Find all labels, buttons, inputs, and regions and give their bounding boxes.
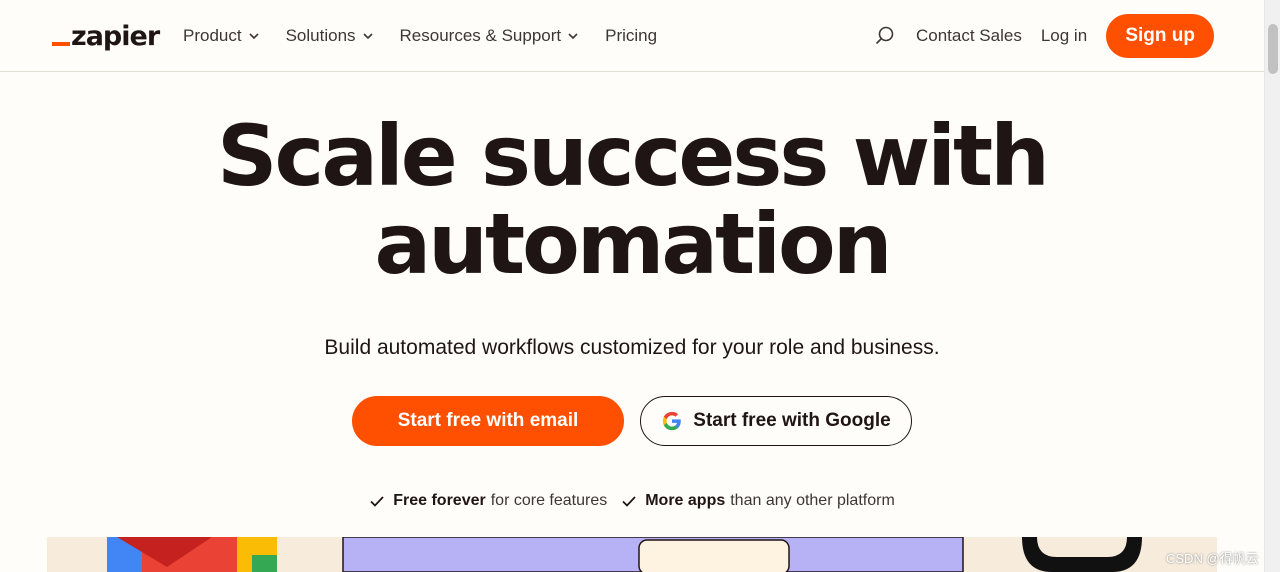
main-nav: Product Solutions Resources & Support Pr…	[183, 24, 683, 48]
search-icon[interactable]	[874, 25, 896, 47]
nav-item-resources-support[interactable]: Resources & Support	[400, 24, 580, 48]
zapier-logo[interactable]: zapier	[52, 20, 160, 52]
sign-up-button[interactable]: Sign up	[1106, 14, 1215, 58]
feature-item: More apps than any other platform	[621, 492, 895, 510]
login-link[interactable]: Log in	[1041, 26, 1087, 46]
nav-item-label: Resources & Support	[399, 26, 562, 45]
headline-line-2: automation	[374, 195, 892, 293]
nav-item-pricing[interactable]: Pricing	[605, 24, 657, 48]
hero-headline: Scale success with automation	[0, 112, 1264, 288]
feature-checklist: Free forever for core features More apps…	[0, 492, 1264, 510]
illustration-graphic	[107, 537, 1142, 572]
logo-text: zapier	[71, 21, 160, 52]
nav-item-solutions[interactable]: Solutions	[286, 24, 374, 48]
chevron-down-icon	[568, 33, 578, 40]
google-icon	[663, 411, 682, 431]
hero-illustration	[47, 537, 1217, 572]
feature-item: Free forever for core features	[369, 492, 607, 510]
top-navigation: zapier Product Solutions Resources & Sup…	[0, 0, 1264, 72]
feature-text: than any other platform	[730, 492, 895, 509]
feature-text: for core features	[490, 492, 608, 509]
nav-item-label: Solutions	[285, 26, 356, 45]
header-actions: Contact Sales Log in Sign up	[874, 14, 1215, 58]
feature-bold: Free forever	[393, 492, 486, 509]
contact-sales-link[interactable]: Contact Sales	[916, 26, 1022, 46]
check-icon	[622, 496, 636, 507]
start-free-email-button[interactable]: Start free with email	[352, 396, 624, 446]
watermark: CSDN @得帆云	[1166, 551, 1259, 566]
chevron-down-icon	[362, 33, 373, 40]
google-button-label: Start free with Google	[693, 410, 891, 431]
nav-item-label: Pricing	[605, 26, 658, 45]
chevron-down-icon	[249, 33, 259, 40]
nav-item-product[interactable]: Product	[183, 24, 260, 48]
start-free-google-button[interactable]: Start free with Google	[640, 396, 912, 446]
scrollbar-thumb[interactable]	[1268, 24, 1278, 74]
nav-item-label: Product	[183, 26, 242, 45]
logo-underscore	[52, 42, 70, 46]
cta-buttons: Start free with email Start free with Go…	[352, 396, 912, 446]
check-icon	[370, 496, 384, 507]
page-scrollbar[interactable]	[1264, 0, 1280, 572]
hero-subheading: Build automated workflows customized for…	[324, 336, 940, 359]
headline-line-1: Scale success with	[217, 107, 1050, 205]
feature-bold: More apps	[645, 492, 726, 509]
